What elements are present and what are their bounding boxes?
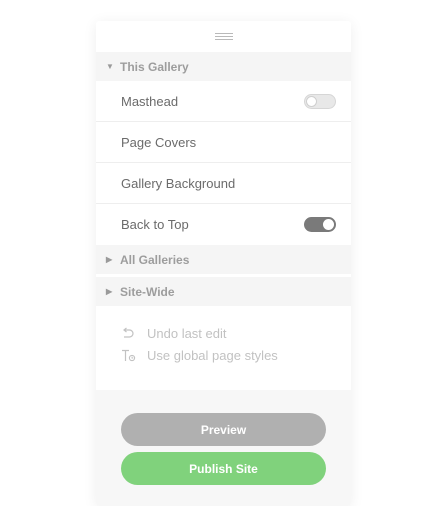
footer: Preview Publish Site (96, 390, 351, 506)
item-page-covers[interactable]: Page Covers (96, 122, 351, 163)
text-style-icon (121, 349, 147, 362)
masthead-toggle[interactable] (304, 93, 336, 109)
item-gallery-background[interactable]: Gallery Background (96, 163, 351, 204)
item-masthead[interactable]: Masthead (96, 81, 351, 122)
item-label: Gallery Background (121, 175, 236, 191)
drag-handle[interactable] (96, 21, 351, 52)
item-back-to-top[interactable]: Back to Top (96, 204, 351, 245)
publish-site-button[interactable]: Publish Site (121, 452, 326, 485)
action-label: Undo last edit (147, 325, 227, 341)
preview-button[interactable]: Preview (121, 413, 326, 446)
undo-last-edit[interactable]: Undo last edit (121, 322, 351, 344)
section-title: This Gallery (120, 59, 189, 74)
section-title: All Galleries (120, 252, 190, 267)
item-label: Back to Top (121, 217, 189, 232)
section-site-wide[interactable]: ▶ Site-Wide (96, 277, 351, 306)
quick-actions: Undo last edit Use global page styles (96, 306, 351, 366)
action-label: Use global page styles (147, 347, 278, 363)
editor-panel: ▼ This Gallery Masthead Page Covers Gall… (96, 21, 351, 506)
item-label: Masthead (121, 93, 179, 109)
use-global-page-styles[interactable]: Use global page styles (121, 344, 351, 366)
drag-handle-icon (214, 33, 233, 40)
section-all-galleries[interactable]: ▶ All Galleries (96, 245, 351, 274)
caret-right-icon: ▶ (106, 287, 113, 296)
back-to-top-toggle[interactable] (304, 217, 336, 232)
item-label: Page Covers (121, 134, 197, 150)
undo-icon (121, 327, 147, 339)
section-title: Site-Wide (120, 284, 175, 299)
section-this-gallery[interactable]: ▼ This Gallery (96, 52, 351, 81)
caret-down-icon: ▼ (106, 62, 114, 71)
caret-right-icon: ▶ (106, 255, 113, 264)
